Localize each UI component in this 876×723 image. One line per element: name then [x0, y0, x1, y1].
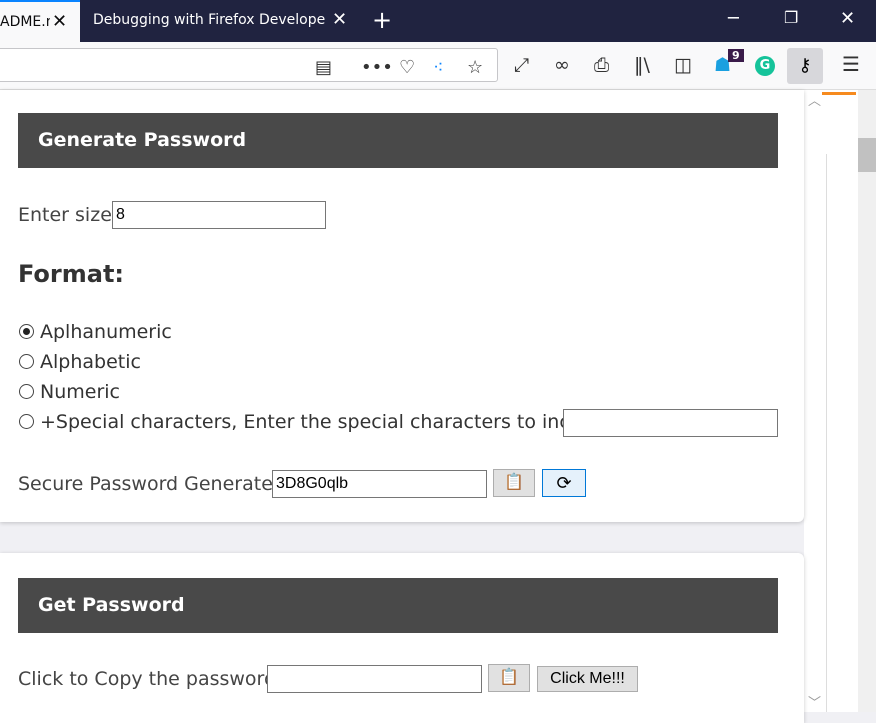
minimize-icon[interactable]: ─ — [728, 8, 739, 29]
close-tab-icon[interactable]: ✕ — [52, 11, 67, 32]
plus-icon[interactable]: + — [372, 6, 392, 34]
restore-icon[interactable]: ❐ — [784, 8, 798, 27]
refresh-icon: ⟳ — [556, 473, 572, 493]
tab-readme[interactable]: ADME.m ✕ — [0, 0, 80, 42]
special-characters-input[interactable] — [563, 409, 778, 437]
tab-bar: ADME.m ✕ Debugging with Firefox Develope… — [0, 0, 876, 42]
size-label: Enter size: — [18, 204, 119, 226]
hamburger-menu-icon[interactable]: ☰ — [842, 52, 860, 76]
popup-scrollbar[interactable]: ︿ ﹀ — [804, 90, 822, 712]
page-scrollbar-thumb[interactable] — [858, 138, 876, 172]
pocket-icon[interactable]: ♡ — [399, 57, 415, 78]
more-icon[interactable]: ••• — [361, 57, 393, 78]
tab-label: ADME.m — [0, 14, 50, 30]
close-icon[interactable]: ✕ — [840, 8, 855, 29]
reader-view-icon[interactable]: ▤ — [315, 57, 332, 78]
copy-password-button[interactable]: 📋 — [488, 664, 530, 692]
page-scrollbar[interactable] — [858, 90, 876, 712]
clipboard-icon: 📋 — [504, 474, 524, 491]
notification-badge: 9 — [728, 49, 744, 62]
tab-debugging[interactable]: Debugging with Firefox Developer ✕ — [80, 0, 360, 42]
scroll-down-icon[interactable]: ﹀ — [808, 692, 821, 711]
nav-toolbar: ▤ ••• ♡ ⁖ ☆ ⤢ ∞ ⎙ ‖\ ◫ ☗ 9 G ⚷ ☰ — [0, 42, 876, 90]
get-password-card: Get Password Click to Copy the password:… — [0, 553, 804, 723]
page-accent-bar — [822, 92, 856, 95]
grammarly-icon[interactable]: G — [755, 56, 775, 76]
radio-special[interactable] — [19, 414, 34, 429]
option-alphanumeric-label: Aplhanumeric — [40, 321, 172, 343]
option-special-label: +Special characters, Enter the special c… — [40, 411, 618, 433]
mask-icon[interactable]: ∞ — [554, 54, 570, 76]
page-divider — [826, 154, 827, 712]
library-icon[interactable]: ‖\ — [634, 54, 650, 76]
scroll-up-icon[interactable]: ︿ — [808, 90, 821, 109]
get-password-header: Get Password — [18, 578, 778, 633]
copy-password-field[interactable] — [267, 665, 482, 693]
copy-generated-button[interactable]: 📋 — [493, 469, 535, 497]
background-page — [822, 90, 876, 712]
tab-label: Debugging with Firefox Developer — [93, 12, 325, 28]
extension-icon[interactable]: ⁖ — [433, 57, 444, 78]
radio-alphanumeric[interactable] — [19, 324, 34, 339]
option-numeric-label: Numeric — [40, 381, 120, 403]
print-icon[interactable]: ⎙ — [594, 54, 609, 76]
bookmark-star-icon[interactable]: ☆ — [467, 57, 483, 78]
format-heading: Format: — [18, 260, 125, 288]
copy-label: Click to Copy the password: — [18, 668, 283, 690]
generate-password-header: Generate Password — [18, 113, 778, 168]
generate-password-card: Generate Password Enter size: 8 Format: … — [0, 90, 804, 522]
generated-password-field[interactable]: 3D8G0qlb — [272, 470, 487, 498]
close-tab-icon[interactable]: ✕ — [332, 9, 347, 30]
click-me-button[interactable]: Click Me!!! — [537, 666, 638, 692]
url-bar[interactable]: ▤ ••• ♡ ⁖ ☆ — [0, 48, 498, 82]
fullscreen-icon[interactable]: ⤢ — [514, 54, 529, 76]
radio-alphabetic[interactable] — [19, 354, 34, 369]
key-icon[interactable]: ⚷ — [787, 48, 823, 84]
regenerate-button[interactable]: ⟳ — [542, 469, 586, 497]
generated-label: Secure Password Generated: — [18, 473, 292, 495]
clipboard-icon: 📋 — [499, 669, 519, 686]
option-alphabetic-label: Alphabetic — [40, 351, 141, 373]
sidebar-icon[interactable]: ◫ — [674, 54, 692, 76]
size-input[interactable]: 8 — [112, 201, 326, 229]
radio-numeric[interactable] — [19, 384, 34, 399]
